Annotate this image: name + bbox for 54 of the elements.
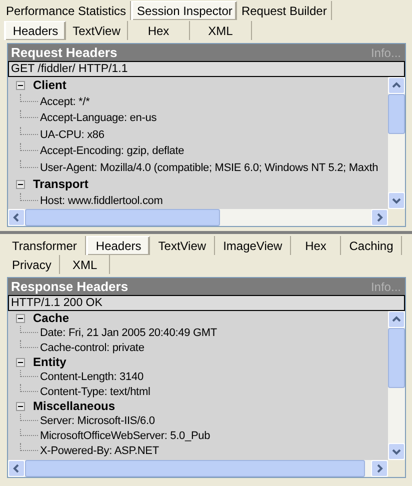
panel-title: Response Headers <box>11 279 128 294</box>
tab[interactable]: Headers <box>86 236 150 255</box>
tab[interactable]: Hex <box>291 236 342 255</box>
header-item[interactable]: Cache-control: private <box>40 342 144 354</box>
tab[interactable]: XML <box>60 255 110 274</box>
tab[interactable]: TextView <box>66 21 128 40</box>
collapse-icon[interactable] <box>16 402 25 411</box>
tab[interactable]: Request Builder <box>237 1 332 20</box>
header-item[interactable]: Date: Fri, 21 Jan 2005 20:40:49 GMT <box>40 327 217 340</box>
group-name[interactable]: Transport <box>33 177 88 192</box>
group-name[interactable]: Miscellaneous <box>33 399 116 414</box>
panel-title: Request Headers <box>11 45 118 60</box>
tab[interactable]: ImageView <box>215 236 292 255</box>
header-item[interactable]: Content-Type: text/html <box>40 386 150 398</box>
first-line-field: GET /fiddler/ HTTP/1.1 <box>8 61 405 77</box>
header-item[interactable]: UA-CPU: x86 <box>40 128 104 141</box>
tab[interactable]: Session Inspector <box>131 1 238 20</box>
horizontal-scrollbar[interactable] <box>8 209 405 226</box>
scroll-right-icon[interactable] <box>371 460 388 477</box>
header-item[interactable]: MicrosoftOfficeWebServer: 5.0_Pub <box>40 430 210 442</box>
tab[interactable]: Privacy <box>4 255 60 274</box>
collapse-icon[interactable] <box>16 314 25 323</box>
group-name[interactable]: Cache <box>33 311 70 326</box>
header-item[interactable]: Content-Length: 3140 <box>40 371 144 384</box>
collapse-icon[interactable] <box>16 358 25 367</box>
scroll-up-icon[interactable] <box>388 77 405 94</box>
vertical-scrollbar[interactable] <box>388 77 405 209</box>
header-item[interactable]: Accept: */* <box>40 96 90 108</box>
header-item[interactable]: X-Powered-By: ASP.NET <box>40 444 159 457</box>
header-item[interactable]: Host: www.fiddlertool.com <box>40 194 163 207</box>
horizontal-scrollbar[interactable] <box>8 460 405 477</box>
collapse-icon[interactable] <box>16 80 25 90</box>
first-line-field: HTTP/1.1 200 OK <box>8 295 405 311</box>
scroll-up-icon[interactable] <box>388 311 405 328</box>
collapse-icon[interactable] <box>16 180 25 189</box>
tab[interactable]: Caching <box>341 236 402 255</box>
scroll-down-icon[interactable] <box>388 443 405 460</box>
tab[interactable]: XML <box>190 21 252 40</box>
scroll-left-icon[interactable] <box>8 460 25 477</box>
scroll-right-icon[interactable] <box>371 209 388 226</box>
header-item[interactable]: Server: Microsoft-IIS/6.0 <box>40 415 155 428</box>
scrollbar-corner <box>388 209 405 226</box>
scroll-down-icon[interactable] <box>388 192 405 209</box>
vertical-scrollbar[interactable] <box>388 311 405 460</box>
tab[interactable]: TextView <box>150 236 216 255</box>
header-item[interactable]: Accept-Encoding: gzip, deflate <box>40 145 184 158</box>
header-item[interactable]: Accept-Language: en-us <box>40 112 157 124</box>
group-name[interactable]: Client <box>33 78 66 92</box>
header-item[interactable]: User-Agent: Mozilla/4.0 (compatible; MSIE 6.0; Windows NT 5.2; Maxth <box>40 162 378 174</box>
group-name[interactable]: Entity <box>33 355 66 370</box>
scrollbar-corner <box>388 460 405 477</box>
tab[interactable]: Hex <box>128 21 190 40</box>
scroll-left-icon[interactable] <box>8 209 25 226</box>
tab[interactable]: Headers <box>4 21 66 40</box>
